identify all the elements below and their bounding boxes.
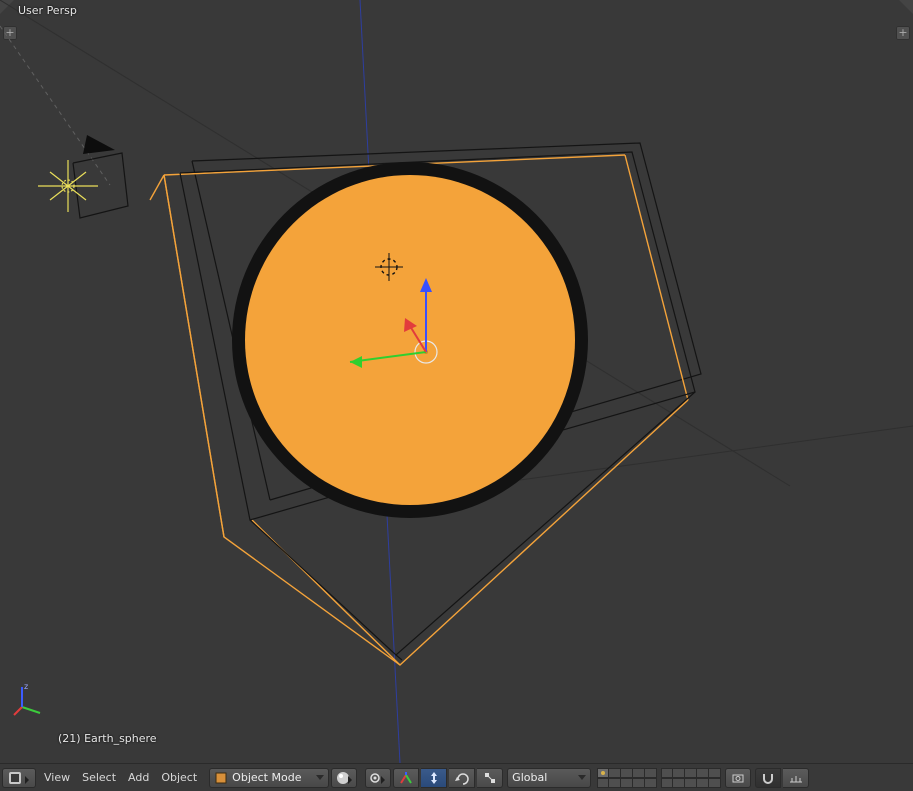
- editor-type-selector[interactable]: [2, 768, 36, 788]
- object-mode-icon: [214, 771, 228, 785]
- rotate-icon: [455, 771, 469, 785]
- camera-lock-icon: [731, 771, 745, 785]
- snap-toggle[interactable]: [755, 768, 781, 788]
- menu-view[interactable]: View: [38, 768, 76, 788]
- layers-grid[interactable]: [597, 768, 721, 788]
- menu-select[interactable]: Select: [76, 768, 122, 788]
- manipulator-icon: [399, 771, 413, 785]
- viewport-header: View Select Add Object Object Mode Globa…: [0, 763, 913, 791]
- chevron-down-icon: [578, 774, 586, 782]
- camera-object: [73, 135, 128, 218]
- earth-sphere: [245, 175, 575, 505]
- scene-render: [0, 0, 913, 763]
- manipulator-cluster: [393, 768, 505, 788]
- scale-icon: [483, 771, 497, 785]
- svg-text:z: z: [24, 683, 28, 691]
- manipulator-scale[interactable]: [477, 768, 503, 788]
- 3d-viewport[interactable]: + +: [0, 0, 913, 763]
- pivot-selector[interactable]: [365, 768, 391, 788]
- manipulator-translate[interactable]: [421, 768, 447, 788]
- solid-shading-icon: [336, 771, 352, 785]
- menu-add[interactable]: Add: [122, 768, 155, 788]
- lamp-object: [38, 160, 98, 212]
- lock-camera-to-view[interactable]: [725, 768, 751, 788]
- orientation-label: Global: [512, 771, 547, 784]
- mini-axis-widget: z: [12, 683, 46, 717]
- translate-icon: [427, 771, 441, 785]
- chevron-down-icon: [316, 774, 324, 782]
- mode-selector[interactable]: Object Mode: [209, 768, 329, 788]
- shading-selector[interactable]: [331, 768, 357, 788]
- snap-magnet-icon: [761, 771, 775, 785]
- menu-object[interactable]: Object: [155, 768, 203, 788]
- snap-element-selector[interactable]: [783, 768, 809, 788]
- snap-increment-icon: [788, 771, 804, 785]
- manipulator-rotate[interactable]: [449, 768, 475, 788]
- mode-label: Object Mode: [232, 771, 301, 784]
- median-point-icon: [369, 771, 387, 785]
- orientation-selector[interactable]: Global: [507, 768, 591, 788]
- manipulator-toggle[interactable]: [393, 768, 419, 788]
